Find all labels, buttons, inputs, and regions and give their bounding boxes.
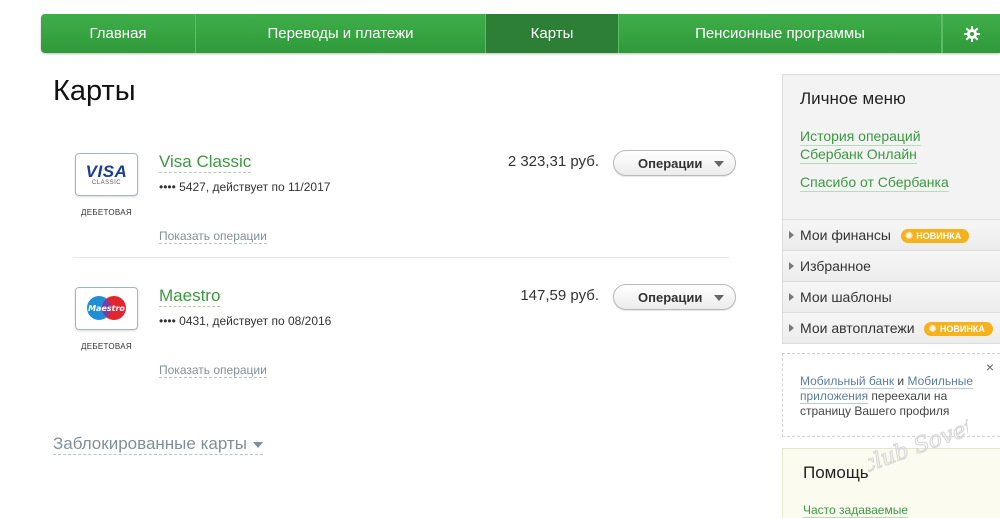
chevron-right-icon [789,324,794,332]
chevron-right-icon [789,262,794,270]
maestro-logo-text: Maestro [88,304,125,313]
settings-button[interactable] [942,14,1000,53]
sidebar-item-label: Мои финансы [800,227,891,243]
operations-button-label: Операции [638,289,703,305]
card-balance: 147,59 руб. [520,287,599,304]
tab-transfers-payments[interactable]: Переводы и платежи [196,14,486,53]
sidebar-item-my-finances[interactable]: Мои финансы ✺ НОВИНКА [783,219,1000,250]
new-badge: ✺ НОВИНКА [900,229,970,243]
gear-icon [963,25,980,42]
maestro-logo: Maestro [75,287,138,330]
main-navigation: Главная Переводы и платежи Карты Пенсион… [41,14,1000,53]
personal-menu-panel: Личное меню История операций Сбербанк Он… [782,74,1000,344]
card-number-info: •••• 5427, действует по 11/2017 [159,180,331,194]
card-name-link[interactable]: Visa Classic [159,152,252,173]
mobile-bank-notice: × Мобильный банк и Мобильные приложения … [782,353,1000,437]
chevron-down-icon [252,441,263,448]
sidebar-item-label: Избранное [800,258,871,274]
help-panel: Помощь Часто задаваемые [782,448,1000,518]
card-balance: 2 323,31 руб. [507,153,599,170]
card-number-info: •••• 0431, действует по 08/2016 [159,314,332,328]
chevron-down-icon [714,161,724,167]
sberbank-online-link[interactable]: Сбербанк Онлайн [800,146,917,164]
show-operations-link[interactable]: Показать операции [159,229,267,244]
card-type: ДЕБЕТОВАЯ [81,208,132,217]
visa-logo-subtext: CLASSIC [91,180,122,186]
card-type: ДЕБЕТОВАЯ [81,342,132,351]
operations-history-link[interactable]: История операций [800,128,921,146]
sun-icon: ✺ [928,324,937,335]
page-title: Карты [53,75,136,107]
card-row-maestro: Maestro ДЕБЕТОВАЯ Maestro •••• 0431, дей… [73,274,736,396]
chevron-down-icon [714,295,724,301]
chevron-right-icon [789,293,794,301]
tab-cards[interactable]: Карты [486,14,619,53]
operations-dropdown-button[interactable]: Операции [613,150,736,176]
card-row-visa: VISA CLASSIC ДЕБЕТОВАЯ Visa Classic ••••… [73,140,736,258]
blocked-cards-toggle[interactable]: Заблокированные карты [53,433,263,455]
help-title: Помощь [803,463,869,482]
operations-dropdown-button[interactable]: Операции [613,284,736,310]
close-icon[interactable]: × [986,360,994,375]
tab-pension-programs[interactable]: Пенсионные программы [619,14,942,53]
new-badge: ✺ НОВИНКА [924,322,993,336]
badge-label: НОВИНКА [916,231,962,241]
visa-logo-text: VISA [85,162,128,181]
blocked-cards-label: Заблокированные карты [53,434,247,453]
sidebar-item-label: Мои шаблоны [800,289,892,305]
mobile-bank-link[interactable]: Мобильный банк [800,374,895,389]
sidebar-item-autopayments[interactable]: Мои автоплатежи ✺ НОВИНКА [783,312,1000,343]
notice-text: и [894,374,908,388]
personal-menu-title: Личное меню [800,89,906,108]
maestro-logo-icon: Maestro [87,296,126,320]
sidebar-item-templates[interactable]: Мои шаблоны [783,281,1000,312]
show-operations-link[interactable]: Показать операции [159,363,267,378]
card-name-link[interactable]: Maestro [159,286,221,307]
sidebar-item-favorites[interactable]: Избранное [783,250,1000,281]
faq-link[interactable]: Часто задаваемые [803,503,909,518]
tab-home[interactable]: Главная [41,14,196,53]
chevron-right-icon [789,231,794,239]
operations-button-label: Операции [638,155,703,171]
spasibo-link[interactable]: Спасибо от Сбербанка [800,174,949,192]
badge-label: НОВИНКА [939,324,985,334]
visa-logo: VISA CLASSIC [75,153,138,196]
sidebar-item-label: Мои автоплатежи [800,320,915,336]
sun-icon: ✺ [904,231,914,242]
